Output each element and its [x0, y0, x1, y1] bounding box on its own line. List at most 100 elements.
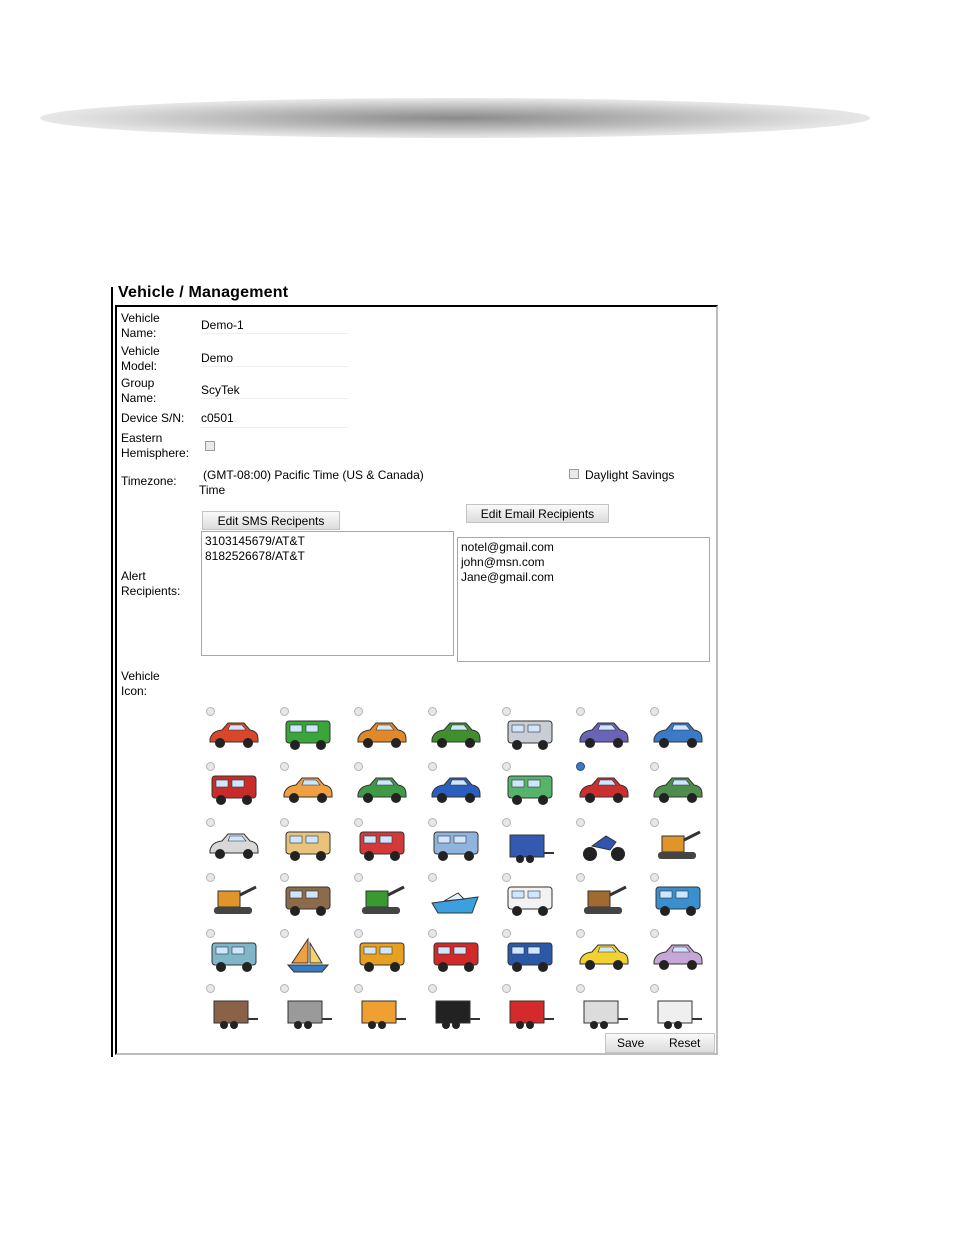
vehicle-icon-option[interactable] — [275, 703, 351, 759]
edit-email-recipients-button[interactable]: Edit Email Recipients — [466, 504, 609, 523]
vehicle-icon-option[interactable] — [275, 980, 351, 1036]
vehicle-icon-option[interactable] — [201, 758, 277, 814]
fire-truck-icon — [433, 942, 479, 972]
green-suv-icon — [653, 777, 703, 804]
vehicle-icon-label: Vehicle Icon: — [121, 669, 160, 698]
blue-trailer-icon — [509, 834, 554, 863]
vehicle-icon-option[interactable] — [201, 814, 277, 870]
group-name-label: Group Name: — [121, 376, 157, 405]
vehicle-icon-option[interactable] — [497, 758, 573, 814]
vehicle-icon-option[interactable] — [349, 980, 425, 1036]
vehicle-icon-option[interactable] — [275, 925, 351, 981]
eastern-hemisphere-label: Eastern Hemisphere: — [121, 431, 190, 460]
save-button[interactable]: Save — [617, 1034, 644, 1052]
vehicle-icon-option[interactable] — [349, 869, 425, 925]
limousine-icon — [209, 833, 259, 859]
vehicle-icon-option[interactable] — [201, 703, 277, 759]
blue-pickup-icon — [653, 722, 703, 748]
vehicle-name-underline — [201, 333, 349, 334]
vehicle-icon-option[interactable] — [571, 925, 647, 981]
blue-semi-icon — [507, 942, 553, 972]
reset-button[interactable]: Reset — [669, 1034, 700, 1052]
brown-cargo-trailer-icon — [213, 1000, 258, 1029]
vehicle-icon-option[interactable] — [423, 869, 499, 925]
device-sn-label: Device S/N: — [121, 411, 185, 425]
sms-recipient-item: 8182526678/AT&T — [205, 549, 305, 563]
ambulance-icon — [507, 886, 553, 917]
vehicle-icon-option[interactable] — [201, 925, 277, 981]
vehicle-icon-option[interactable] — [645, 814, 721, 870]
dump-truck-icon — [285, 886, 331, 917]
vehicle-icon-option[interactable] — [275, 869, 351, 925]
box-truck-icon — [433, 831, 479, 861]
motorcycle-icon — [583, 835, 625, 861]
vehicle-icon-option[interactable] — [201, 869, 277, 925]
camper-trailer-icon — [211, 942, 257, 972]
edit-sms-recipients-button[interactable]: Edit SMS Recipents — [202, 511, 340, 530]
excavator-icon — [658, 830, 701, 859]
device-sn-input[interactable]: c0501 — [201, 411, 234, 426]
vehicle-icon-option[interactable] — [423, 925, 499, 981]
vehicle-icon-option[interactable] — [423, 758, 499, 814]
vehicle-icon-option[interactable] — [275, 814, 351, 870]
vehicle-icon-option[interactable] — [497, 925, 573, 981]
orange-cargo-trailer-icon — [361, 1000, 406, 1029]
vehicle-icon-option[interactable] — [497, 814, 573, 870]
vehicle-icon-option[interactable] — [497, 980, 573, 1036]
vehicle-icon-option[interactable] — [349, 925, 425, 981]
vehicle-icon-option[interactable] — [571, 703, 647, 759]
timezone-label: Timezone: — [121, 474, 177, 488]
vehicle-icon-option[interactable] — [497, 703, 573, 759]
email-recipient-item: Jane@gmail.com — [461, 570, 554, 584]
vehicle-icon-option[interactable] — [645, 869, 721, 925]
white-enclosed-trailer-icon — [657, 1000, 702, 1029]
golf-cart-icon — [653, 944, 703, 970]
vehicle-icon-option[interactable] — [497, 869, 573, 925]
vehicle-icon-option[interactable] — [571, 869, 647, 925]
daylight-savings-checkbox[interactable] — [569, 469, 579, 479]
orange-wagon-icon — [357, 722, 407, 748]
vehicle-icon-option[interactable] — [571, 814, 647, 870]
vehicle-icon-option[interactable] — [645, 758, 721, 814]
rv-camper-icon — [507, 720, 553, 750]
sailboat-icon — [286, 936, 330, 973]
tractor-icon — [362, 885, 405, 915]
gray-cargo-trailer-icon — [287, 1000, 332, 1029]
timezone-select[interactable]: (GMT-08:00) Pacific Time (US & Canada) — [203, 467, 424, 483]
cement-mixer-icon — [655, 886, 701, 917]
email-recipients-list[interactable]: notel@gmail.com john@msn.com Jane@gmail.… — [457, 537, 710, 662]
email-recipient-item: john@msn.com — [461, 555, 545, 569]
vehicle-icon-option[interactable] — [423, 703, 499, 759]
header-banner — [40, 98, 870, 138]
vehicle-icon-option[interactable] — [275, 758, 351, 814]
eastern-hemisphere-checkbox[interactable] — [205, 441, 215, 451]
vehicle-model-underline — [201, 366, 349, 367]
vehicle-icon-option[interactable] — [201, 980, 277, 1036]
vehicle-model-input[interactable]: Demo — [201, 351, 233, 366]
vehicle-icon-option[interactable] — [423, 814, 499, 870]
daylight-savings-label: Daylight Savings — [585, 468, 675, 482]
green-bus-icon — [507, 775, 553, 806]
vehicle-name-input[interactable]: Demo-1 — [201, 318, 244, 333]
green-sedan-icon — [357, 777, 407, 804]
purple-wagon-icon — [579, 722, 629, 748]
vehicle-icon-option[interactable] — [645, 703, 721, 759]
vehicle-icon-option[interactable] — [571, 980, 647, 1036]
vehicle-icon-option[interactable] — [349, 703, 425, 759]
vehicle-icon-option[interactable] — [571, 758, 647, 814]
blue-sports-car-icon — [431, 777, 481, 804]
red-bus-icon — [359, 831, 405, 861]
group-name-input[interactable]: ScyTek — [201, 383, 240, 398]
vehicle-icon-option[interactable] — [349, 758, 425, 814]
bulldozer-icon — [214, 885, 257, 915]
vehicle-model-label: Vehicle Model: — [121, 344, 160, 373]
vehicle-icon-option[interactable] — [423, 980, 499, 1036]
sms-recipients-list[interactable]: 3103145679/AT&T 8182526678/AT&T — [201, 531, 454, 656]
red-horse-trailer-icon — [509, 1000, 554, 1029]
title-rule — [111, 287, 113, 1057]
vehicle-icon-option[interactable] — [645, 980, 721, 1036]
orange-sports-car-icon — [283, 777, 333, 804]
vehicle-icon-option[interactable] — [349, 814, 425, 870]
vehicle-icon-option[interactable] — [645, 925, 721, 981]
black-cargo-trailer-icon — [435, 1000, 480, 1029]
